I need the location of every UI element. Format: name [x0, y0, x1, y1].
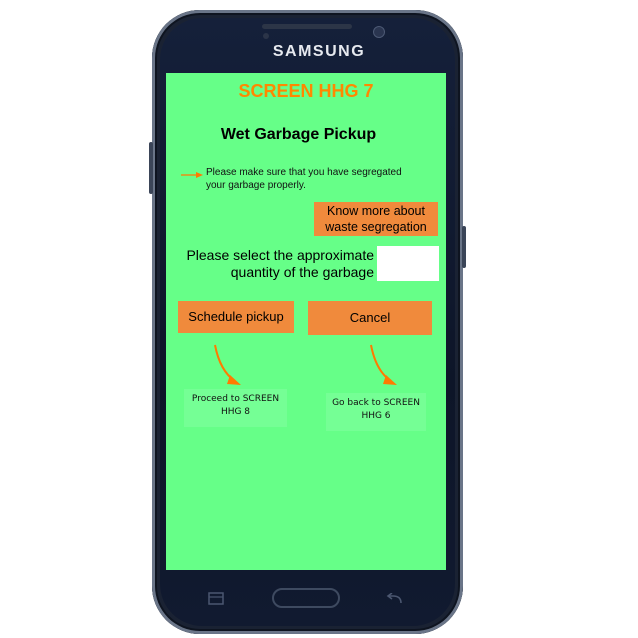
volume-button: [149, 142, 153, 194]
recent-apps-icon[interactable]: [208, 592, 224, 605]
proceed-note: Proceed to SCREEN HHG 8: [184, 389, 287, 427]
button-label: waste segregation: [325, 220, 427, 234]
home-button[interactable]: [272, 588, 340, 608]
segregation-note: Please make sure that you have segregate…: [206, 166, 436, 192]
label-line: Please select the approximate: [186, 247, 374, 263]
arrow-right-icon: [181, 172, 203, 178]
note-line: Please make sure that you have segregate…: [206, 167, 402, 178]
front-camera-icon: [373, 26, 385, 38]
go-back-note: Go back to SCREEN HHG 6: [326, 393, 426, 431]
back-icon[interactable]: [386, 593, 404, 605]
note-line: HHG 8: [220, 407, 251, 417]
quantity-input[interactable]: [377, 246, 439, 281]
know-more-button[interactable]: Know more about waste segregation: [314, 202, 438, 236]
power-button: [462, 226, 466, 268]
cancel-button[interactable]: Cancel: [308, 301, 432, 335]
note-line: HHG 6: [361, 411, 391, 421]
sensor-icon: [263, 33, 269, 39]
note-line: Proceed to SCREEN: [191, 394, 280, 404]
label-line: quantity of the garbage: [230, 264, 374, 280]
note-line: Go back to SCREEN: [332, 398, 420, 408]
curved-arrow-icon: [214, 344, 241, 385]
screen-title: SCREEN HHG 7: [238, 81, 374, 101]
quantity-label: Please select the approximate quantity o…: [174, 247, 374, 281]
earpiece-speaker: [262, 24, 352, 29]
curved-arrow-icon: [370, 344, 397, 385]
note-line: your garbage properly.: [206, 180, 306, 191]
app-screen: SCREEN HHG 7 Wet Garbage Pickup Please m…: [166, 73, 446, 570]
schedule-pickup-button[interactable]: Schedule pickup: [178, 301, 294, 333]
brand-logo: SAMSUNG: [272, 43, 366, 60]
button-label: Know more about: [327, 204, 425, 218]
page-heading: Wet Garbage Pickup: [220, 126, 377, 143]
